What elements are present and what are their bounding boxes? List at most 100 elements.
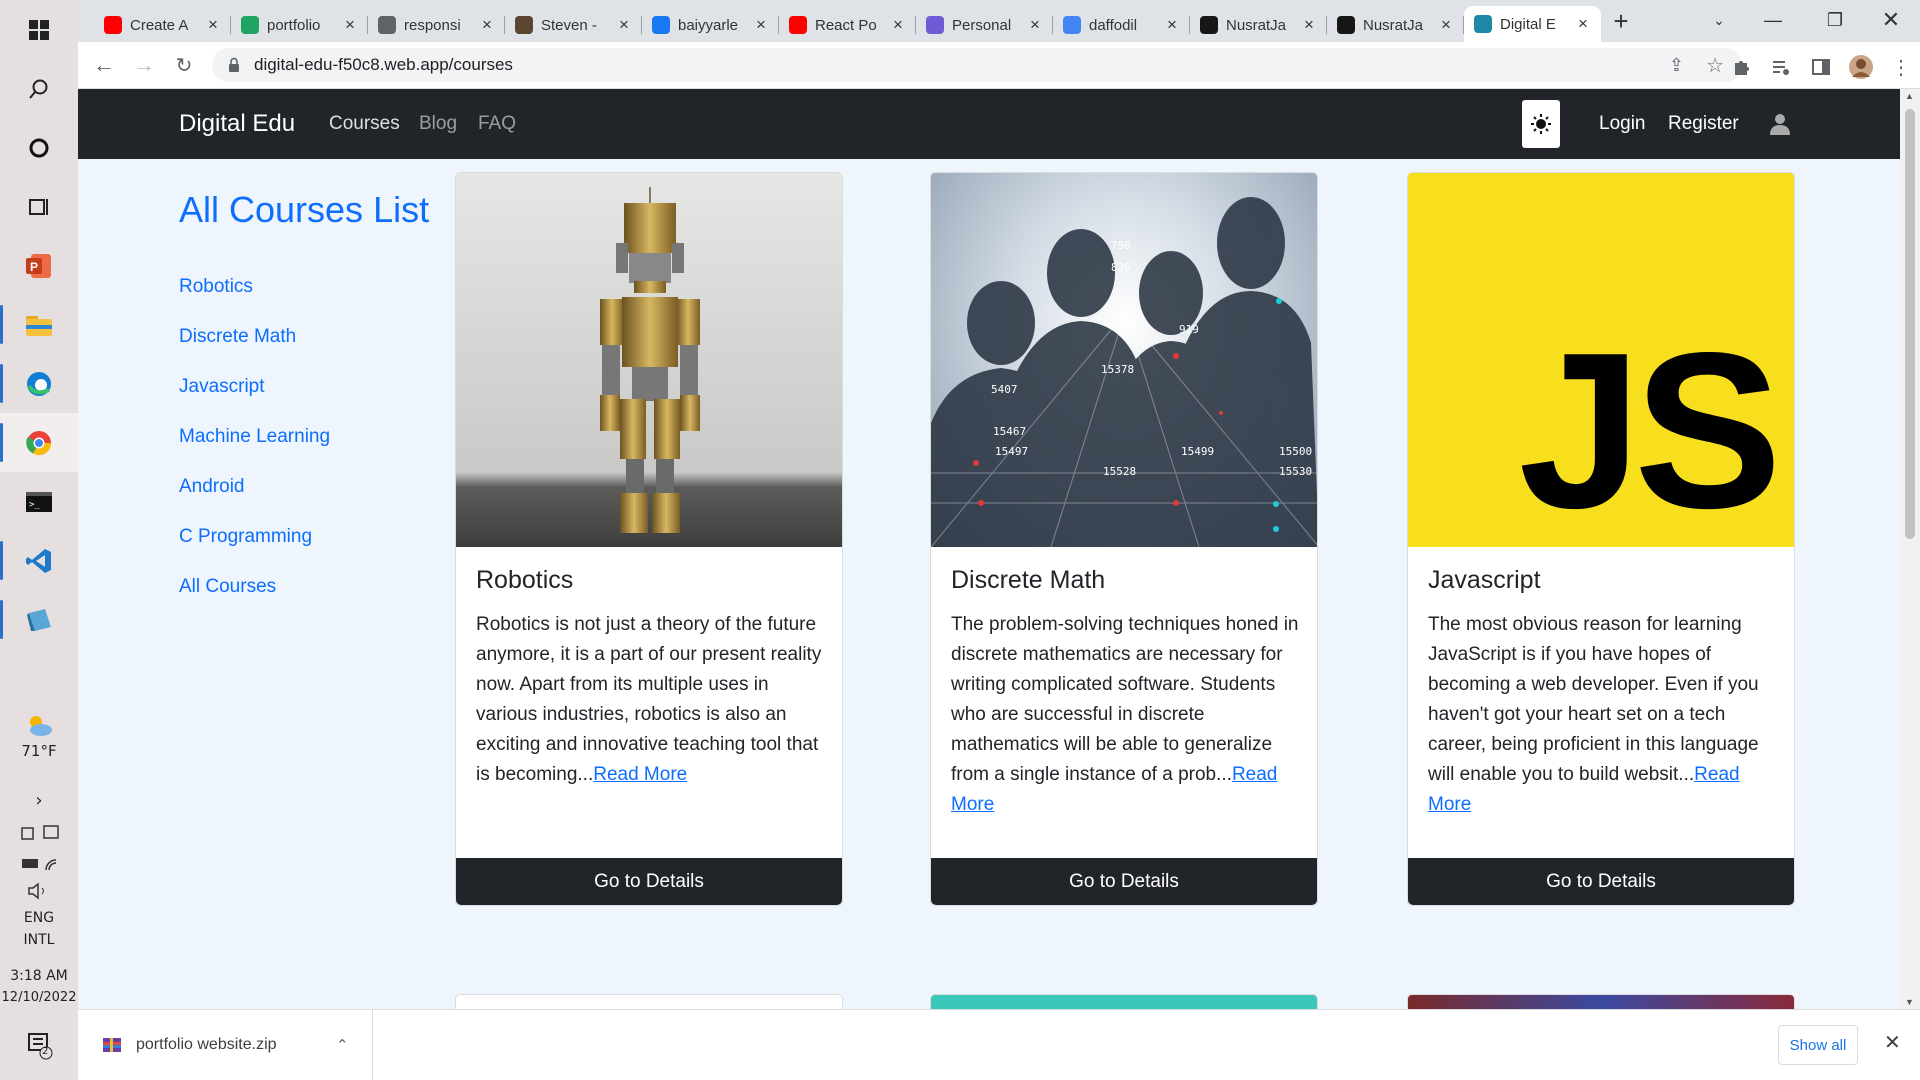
browser-tab[interactable]: Create A × <box>94 8 231 42</box>
browser-tab[interactable]: baiyyarle × <box>642 8 779 42</box>
tray-icons[interactable] <box>0 822 78 848</box>
brand-logo[interactable]: Digital Edu <box>179 110 295 138</box>
globe-icon <box>378 16 396 34</box>
terminal-icon[interactable]: >_ <box>0 472 78 531</box>
close-tab-icon[interactable]: × <box>1575 14 1591 34</box>
go-to-details-button[interactable]: Go to Details <box>931 858 1317 905</box>
clock[interactable]: 3:18 AM 12/10/2022 <box>0 968 78 1005</box>
card-description: The problem-solving techniques honed in … <box>951 610 1301 820</box>
notification-icon[interactable]: 2 <box>0 1030 78 1064</box>
weather-temp[interactable]: 71°F <box>0 742 78 760</box>
browser-tab[interactable]: Personal × <box>916 8 1053 42</box>
close-download-bar-icon[interactable]: ✕ <box>1884 1030 1901 1055</box>
read-more-link[interactable]: Read More <box>593 764 687 785</box>
register-link[interactable]: Register <box>1668 113 1739 135</box>
browser-tab[interactable]: NusratJa × <box>1190 8 1327 42</box>
share-icon[interactable]: ⇪ <box>1669 55 1684 76</box>
svg-text:>_: >_ <box>29 500 40 510</box>
browser-tab[interactable]: portfolio × <box>231 8 368 42</box>
download-options-chevron-icon[interactable]: ⌃ <box>336 1036 349 1054</box>
forward-button[interactable]: → <box>124 45 164 85</box>
login-link[interactable]: Login <box>1599 113 1646 135</box>
close-tab-icon[interactable]: × <box>1438 15 1454 35</box>
restore-button[interactable]: ❐ <box>1806 0 1864 40</box>
user-icon[interactable] <box>1770 113 1790 135</box>
download-item[interactable]: portfolio website.zip ⌃ <box>78 1010 373 1080</box>
address-bar[interactable]: digital-edu-f50c8.web.app/courses ⇪ ☆ <box>212 48 1742 82</box>
back-button[interactable]: ← <box>84 45 124 85</box>
cortana-icon[interactable] <box>0 118 78 177</box>
sidebar-link-javascript[interactable]: Javascript <box>179 376 265 398</box>
windows-start-icon[interactable] <box>0 0 78 59</box>
browser-tab[interactable]: NusratJa × <box>1327 8 1464 42</box>
m-logo-icon <box>926 16 944 34</box>
close-tab-icon[interactable]: × <box>616 15 632 35</box>
close-tab-icon[interactable]: × <box>342 15 358 35</box>
media-control-icon[interactable] <box>1761 47 1801 87</box>
browser-tab[interactable]: responsi × <box>368 8 505 42</box>
reload-button[interactable]: ↻ <box>164 45 204 85</box>
nav-blog[interactable]: Blog <box>419 113 457 135</box>
sidebar-link-discrete-math[interactable]: Discrete Math <box>179 326 296 348</box>
chrome-menu-icon[interactable]: ⋮ <box>1881 47 1920 87</box>
course-card-discrete-math: 798 826 919 15378 5407 15467 15497 15499 15500 15… <box>930 172 1318 906</box>
language-indicator[interactable]: ENG INTL <box>0 910 78 948</box>
close-tab-icon[interactable]: × <box>890 15 906 35</box>
scroll-up-icon[interactable]: ▲ <box>1905 91 1914 101</box>
close-tab-icon[interactable]: × <box>1164 15 1180 35</box>
browser-tab[interactable]: Digital E × <box>1464 6 1601 42</box>
tab-title: Personal <box>952 16 1012 34</box>
data-number-label: 826 <box>1111 261 1131 274</box>
discrete-math-image: 798 826 919 15378 5407 15467 15497 15499 15500 15… <box>931 173 1317 547</box>
profile-avatar[interactable] <box>1841 47 1881 87</box>
show-all-button[interactable]: Show all <box>1778 1025 1858 1065</box>
lock-icon[interactable] <box>228 57 240 73</box>
chrome-icon[interactable] <box>0 413 78 472</box>
chevron-up-icon[interactable]: › <box>0 790 78 811</box>
tab-title: daffodil <box>1089 16 1138 34</box>
card-description: Robotics is not just a theory of the fut… <box>476 610 826 790</box>
sidebar-link-android[interactable]: Android <box>179 476 245 498</box>
edge-icon[interactable] <box>0 354 78 413</box>
search-icon[interactable] <box>0 59 78 118</box>
minimize-button[interactable]: — <box>1744 0 1802 40</box>
volume-icon[interactable] <box>0 880 78 906</box>
new-tab-button[interactable]: + <box>1601 6 1641 37</box>
javascript-logo-image: JS <box>1408 173 1794 547</box>
sidebar-link-c-programming[interactable]: C Programming <box>179 526 312 548</box>
app-icon[interactable] <box>0 590 78 649</box>
side-panel-icon[interactable] <box>1801 47 1841 87</box>
browser-tab[interactable]: daffodil × <box>1053 8 1190 42</box>
sidebar-link-all-courses[interactable]: All Courses <box>179 576 276 598</box>
task-view-icon[interactable] <box>0 177 78 236</box>
theme-toggle-button[interactable] <box>1522 100 1560 148</box>
sidebar-link-robotics[interactable]: Robotics <box>179 276 253 298</box>
file-explorer-icon[interactable] <box>0 295 78 354</box>
url-text[interactable]: digital-edu-f50c8.web.app/courses <box>254 55 513 75</box>
nav-courses[interactable]: Courses <box>329 113 400 135</box>
close-tab-icon[interactable]: × <box>1301 15 1317 35</box>
card-title: Javascript <box>1428 566 1541 594</box>
page-scrollbar[interactable]: ▲ ▼ <box>1900 89 1920 1009</box>
powerpoint-icon[interactable]: P <box>0 236 78 295</box>
close-window-button[interactable]: ✕ <box>1862 0 1920 40</box>
go-to-details-button[interactable]: Go to Details <box>1408 858 1794 905</box>
close-tab-icon[interactable]: × <box>205 15 221 35</box>
close-tab-icon[interactable]: × <box>1027 15 1043 35</box>
weather-icon[interactable] <box>0 712 78 742</box>
scrollbar-thumb[interactable] <box>1905 109 1915 539</box>
tab-search-chevron-icon[interactable]: ⌄ <box>1690 0 1748 40</box>
nav-faq[interactable]: FAQ <box>478 113 516 135</box>
close-tab-icon[interactable]: × <box>753 15 769 35</box>
browser-tab[interactable]: React Po × <box>779 8 916 42</box>
browser-toolbar: ← → ↻ digital-edu-f50c8.web.app/courses … <box>78 42 1920 89</box>
browser-tab[interactable]: Steven - × <box>505 8 642 42</box>
close-tab-icon[interactable]: × <box>479 15 495 35</box>
scroll-down-icon[interactable]: ▼ <box>1905 997 1914 1007</box>
sidebar-link-machine-learning[interactable]: Machine Learning <box>179 426 330 448</box>
extensions-icon[interactable] <box>1721 47 1761 87</box>
zip-file-icon <box>103 1038 121 1052</box>
go-to-details-button[interactable]: Go to Details <box>456 858 842 905</box>
vscode-icon[interactable] <box>0 531 78 590</box>
network-icon[interactable] <box>0 852 78 878</box>
